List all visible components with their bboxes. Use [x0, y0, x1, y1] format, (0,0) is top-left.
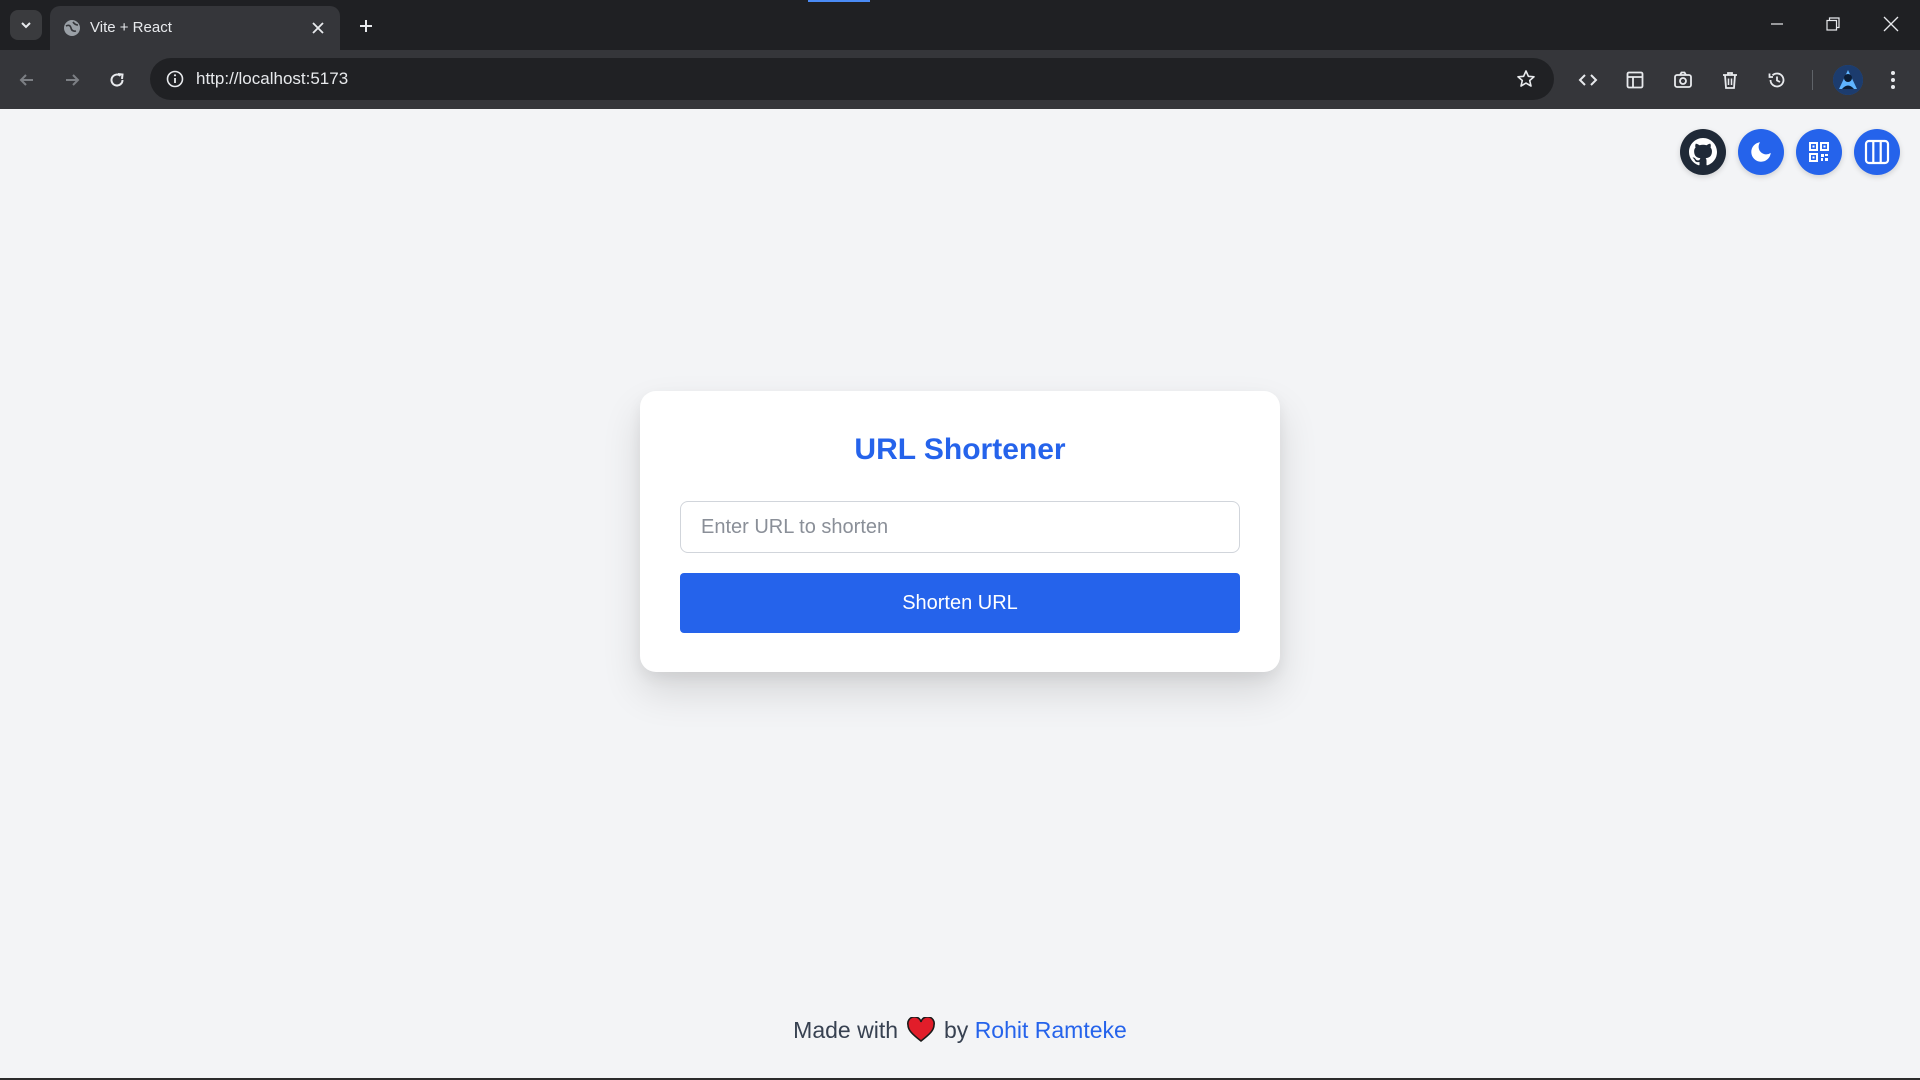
tab-close-button[interactable]	[306, 16, 330, 40]
arrow-left-icon	[19, 74, 33, 86]
extension-button-layout[interactable]	[1619, 64, 1651, 96]
info-icon	[166, 70, 184, 88]
page-content: URL Shortener Shorten URL Made with by R…	[0, 109, 1920, 1080]
back-button[interactable]	[11, 64, 43, 96]
close-window-button[interactable]	[1868, 6, 1914, 42]
extension-button-code[interactable]	[1572, 64, 1604, 96]
url-shortener-card: URL Shortener Shorten URL	[640, 391, 1280, 672]
profile-avatar[interactable]	[1833, 65, 1863, 95]
trash-icon	[1723, 72, 1737, 89]
minimize-button[interactable]	[1754, 6, 1800, 42]
page-title: URL Shortener	[854, 433, 1066, 466]
author-link[interactable]: Rohit Ramteke	[975, 1017, 1127, 1043]
close-icon	[312, 22, 324, 34]
footer-made-with: Made with	[793, 1017, 898, 1043]
header-actions	[1680, 129, 1920, 175]
star-icon	[1517, 70, 1535, 87]
toolbar-separator	[1812, 70, 1813, 90]
site-info-button[interactable]	[160, 64, 190, 94]
qr-code-button[interactable]	[1796, 129, 1842, 175]
extension-button-history[interactable]	[1761, 64, 1793, 96]
address-bar[interactable]: http://localhost:5173	[150, 58, 1554, 100]
avatar-icon	[1833, 65, 1863, 95]
chevron-down-icon	[21, 22, 31, 29]
dark-mode-toggle[interactable]	[1738, 129, 1784, 175]
shorten-url-button[interactable]: Shorten URL	[680, 573, 1240, 633]
extension-button-trash[interactable]	[1714, 64, 1746, 96]
restore-icon	[1826, 17, 1840, 31]
new-tab-button[interactable]	[352, 12, 380, 40]
tab-title: Vite + React	[90, 19, 172, 36]
bookmark-button[interactable]	[1512, 65, 1540, 93]
browser-menu-button[interactable]	[1877, 64, 1909, 96]
url-text: http://localhost:5173	[196, 69, 349, 88]
heart-icon	[907, 1017, 935, 1043]
github-button[interactable]	[1680, 129, 1726, 175]
footer: Made with by Rohit Ramteke	[0, 1017, 1920, 1044]
restore-button[interactable]	[1810, 6, 1856, 42]
tab-accent-line	[808, 0, 870, 2]
arrow-right-icon	[66, 74, 80, 86]
moon-icon	[1751, 142, 1771, 162]
tab-strip: Vite + React	[0, 0, 1920, 50]
history-icon	[1768, 72, 1785, 88]
tab-active[interactable]: Vite + React	[50, 6, 340, 50]
tab-search-button[interactable]	[10, 10, 42, 40]
browser-toolbar: http://localhost:5173	[0, 50, 1920, 109]
close-icon	[1883, 16, 1899, 32]
layout-icon	[1626, 71, 1644, 89]
url-input[interactable]	[680, 501, 1240, 553]
columns-button[interactable]	[1854, 129, 1900, 175]
footer-by: by	[944, 1017, 969, 1043]
kebab-menu-icon	[1891, 71, 1895, 89]
minimize-icon	[1771, 23, 1783, 25]
camera-icon	[1674, 71, 1692, 88]
globe-icon	[64, 20, 80, 36]
browser-chrome: Vite + React http://localhost:5173	[0, 0, 1920, 109]
reload-icon	[110, 73, 124, 87]
plus-icon	[360, 20, 372, 32]
reload-button[interactable]	[101, 64, 133, 96]
forward-button[interactable]	[56, 64, 88, 96]
github-icon	[1689, 138, 1717, 166]
extension-button-camera[interactable]	[1667, 64, 1699, 96]
columns-icon	[1864, 139, 1890, 165]
qr-code-icon	[1809, 142, 1829, 162]
code-icon	[1578, 74, 1598, 86]
